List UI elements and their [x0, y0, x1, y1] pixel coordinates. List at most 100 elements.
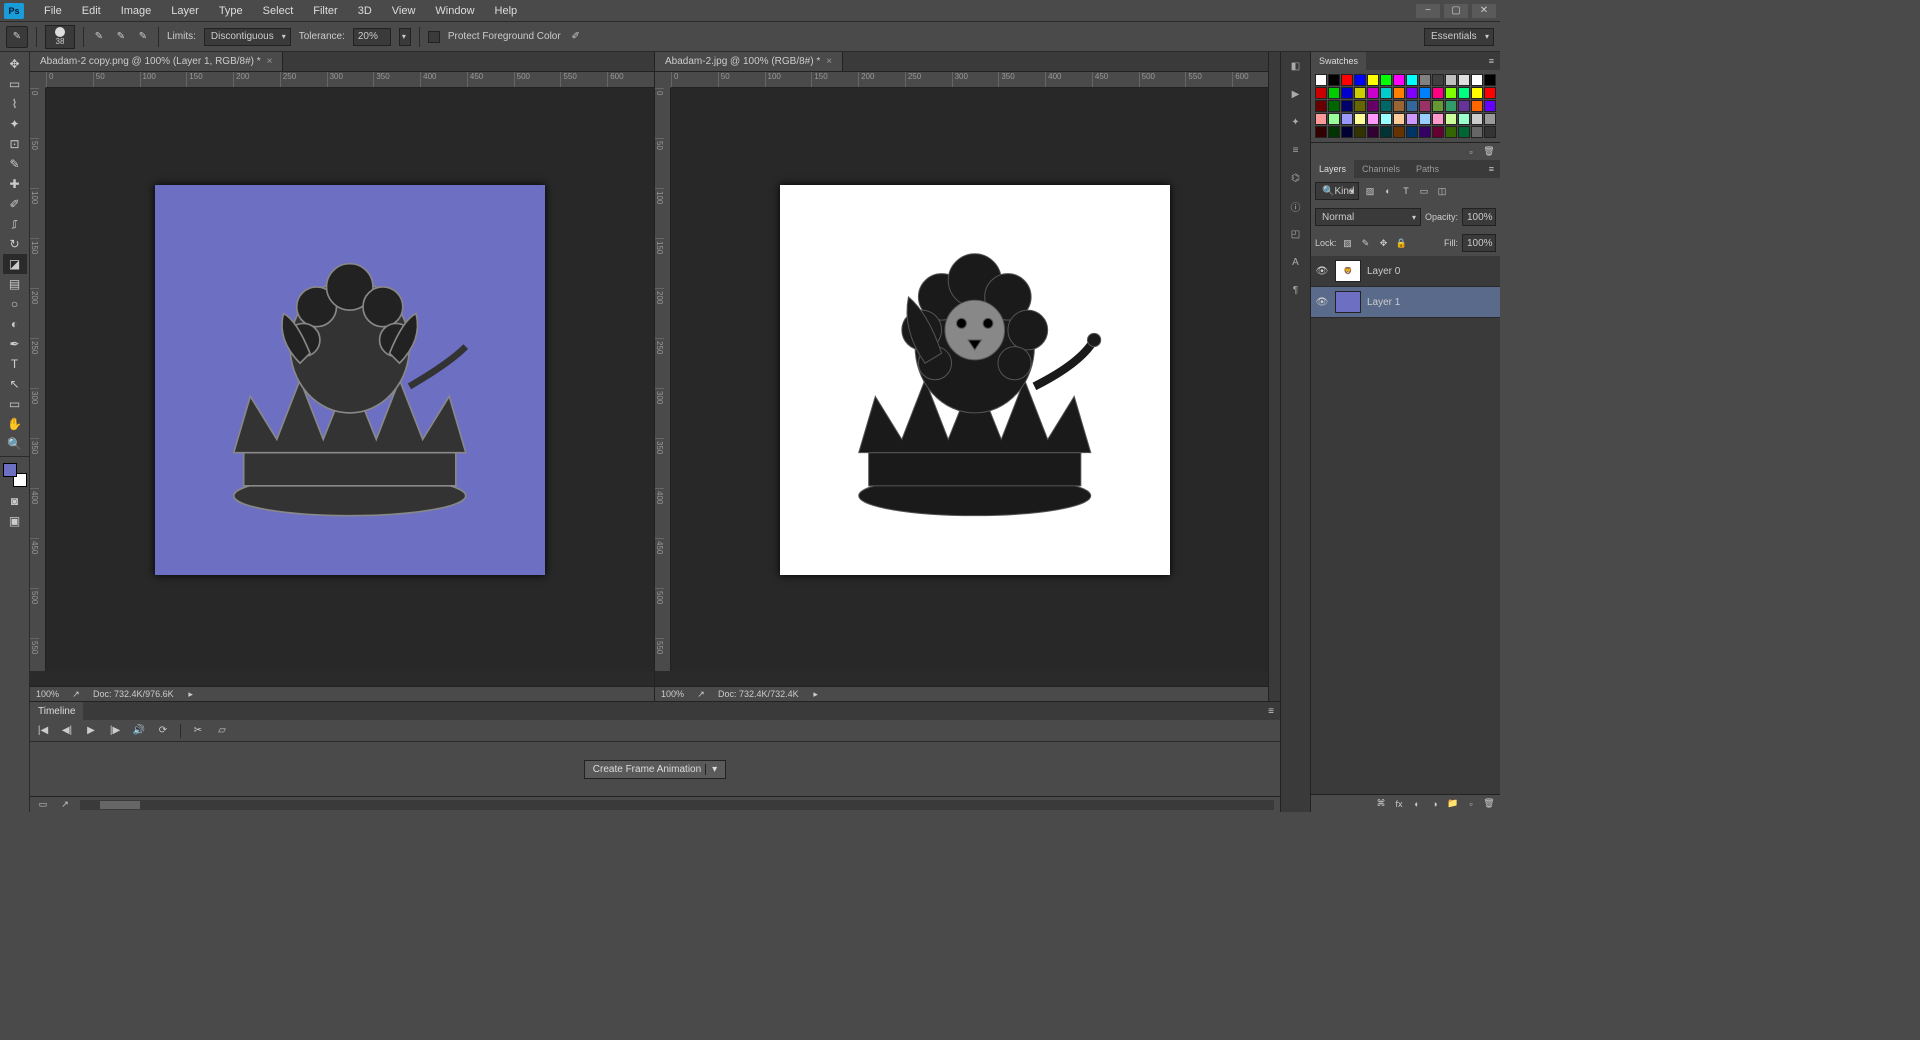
menu-view[interactable]: View	[382, 5, 426, 17]
pressure-icon[interactable]: ✐	[569, 30, 583, 44]
doc-arrow-icon-1[interactable]: ↗	[69, 687, 83, 701]
swatch[interactable]	[1406, 87, 1418, 99]
status-icon-1[interactable]: ▭	[36, 798, 50, 812]
hand-tool[interactable]: ✋	[3, 414, 27, 434]
paths-tab[interactable]: Paths	[1408, 160, 1447, 178]
stamp-tool[interactable]: ⎎	[3, 214, 27, 234]
swatch[interactable]	[1432, 74, 1444, 86]
filter-type-icon[interactable]: T	[1399, 184, 1413, 198]
type-tool[interactable]: T	[3, 354, 27, 374]
history-panel-icon[interactable]: ◧	[1286, 56, 1306, 76]
timeline-audio-icon[interactable]: 🔊	[132, 724, 146, 738]
timeline-cut-icon[interactable]: ✂	[191, 724, 205, 738]
close-tab-2[interactable]: ×	[826, 56, 832, 67]
menu-3d[interactable]: 3D	[348, 5, 382, 17]
swatch[interactable]	[1406, 113, 1418, 125]
workspace-selector[interactable]: Essentials	[1424, 28, 1494, 46]
layer-kind-dropdown[interactable]: 🔍Kind	[1315, 182, 1359, 200]
swatch[interactable]	[1471, 113, 1483, 125]
swatch[interactable]	[1484, 126, 1496, 138]
swatches-tab[interactable]: Swatches	[1311, 52, 1366, 70]
swatch[interactable]	[1484, 87, 1496, 99]
new-group-icon[interactable]: 📁	[1446, 797, 1460, 811]
swatch[interactable]	[1406, 126, 1418, 138]
brush-preset-picker[interactable]: 38	[45, 25, 75, 49]
menu-edit[interactable]: Edit	[72, 5, 111, 17]
swatch[interactable]	[1432, 100, 1444, 112]
eyedropper-tool[interactable]: ✎	[3, 154, 27, 174]
swatch[interactable]	[1471, 100, 1483, 112]
dodge-tool[interactable]: ◐	[3, 314, 27, 334]
channels-tab[interactable]: Channels	[1354, 160, 1408, 178]
swatch[interactable]	[1367, 113, 1379, 125]
filter-shape-icon[interactable]: ▭	[1417, 184, 1431, 198]
brush-panel-icon-2[interactable]: ✎	[114, 30, 128, 44]
swatch[interactable]	[1341, 126, 1353, 138]
swatch[interactable]	[1341, 113, 1353, 125]
restore-button[interactable]: ▢	[1444, 4, 1468, 18]
swatch[interactable]	[1367, 74, 1379, 86]
swatch[interactable]	[1445, 126, 1457, 138]
scrollbar-thumb[interactable]	[100, 801, 140, 809]
swatch[interactable]	[1432, 113, 1444, 125]
swatch[interactable]	[1328, 126, 1340, 138]
swatch[interactable]	[1445, 87, 1457, 99]
doc-info-arrow-2[interactable]: ▸	[809, 687, 823, 701]
paragraph-panel-icon[interactable]: ¶	[1286, 280, 1306, 300]
swatch[interactable]	[1445, 100, 1457, 112]
swatch[interactable]	[1406, 74, 1418, 86]
swatch[interactable]	[1458, 126, 1470, 138]
swatch[interactable]	[1419, 74, 1431, 86]
menu-filter[interactable]: Filter	[303, 5, 347, 17]
layers-menu-icon[interactable]: ≡	[1483, 160, 1500, 178]
swatch[interactable]	[1367, 87, 1379, 99]
swatch[interactable]	[1380, 100, 1392, 112]
timeline-next-frame[interactable]: |▶	[108, 724, 122, 738]
history-brush-tool[interactable]: ↻	[3, 234, 27, 254]
foreground-color[interactable]	[3, 463, 17, 477]
marquee-tool[interactable]: ▭	[3, 74, 27, 94]
menu-file[interactable]: File	[34, 5, 72, 17]
layer-thumbnail[interactable]	[1335, 291, 1361, 313]
brushes-panel-icon[interactable]: ≡	[1286, 140, 1306, 160]
layer-fx-icon[interactable]: fx	[1392, 797, 1406, 811]
swatches-menu-icon[interactable]: ≡	[1483, 52, 1500, 70]
swatch[interactable]	[1393, 100, 1405, 112]
lock-pixels-icon[interactable]: ✎	[1359, 236, 1373, 250]
swatch[interactable]	[1354, 87, 1366, 99]
swatch[interactable]	[1471, 126, 1483, 138]
menu-help[interactable]: Help	[485, 5, 528, 17]
ruler-vertical-1[interactable]: 050100150200250300350400450500550	[30, 88, 46, 671]
tolerance-input[interactable]: 20%	[353, 28, 391, 46]
timeline-loop-icon[interactable]: ⟳	[156, 724, 170, 738]
clone-panel-icon[interactable]: ⌬	[1286, 168, 1306, 188]
tolerance-dropdown-arrow[interactable]	[399, 28, 411, 46]
zoom-tool[interactable]: 🔍	[3, 434, 27, 454]
doc-tab-2[interactable]: Abadam-2.jpg @ 100% (RGB/8#) * ×	[655, 52, 843, 71]
gradient-tool[interactable]: ▤	[3, 274, 27, 294]
timeline-first-frame[interactable]: |◀	[36, 724, 50, 738]
delete-layer-icon[interactable]: 🗑	[1482, 797, 1496, 811]
close-window-button[interactable]: ✕	[1472, 4, 1496, 18]
pen-tool[interactable]: ✒	[3, 334, 27, 354]
layer-name[interactable]: Layer 1	[1367, 297, 1400, 308]
swatch[interactable]	[1406, 100, 1418, 112]
doc-zoom-2[interactable]: 100%	[661, 689, 684, 699]
move-tool[interactable]: ✥	[3, 54, 27, 74]
opacity-input[interactable]: 100%	[1462, 208, 1496, 226]
properties-panel-icon[interactable]: ✦	[1286, 112, 1306, 132]
swatch[interactable]	[1341, 87, 1353, 99]
doc-zoom-1[interactable]: 100%	[36, 689, 59, 699]
chevron-down-icon[interactable]: ▾	[705, 764, 717, 775]
menu-select[interactable]: Select	[253, 5, 304, 17]
navigator-panel-icon[interactable]: ◰	[1286, 224, 1306, 244]
swatch[interactable]	[1380, 87, 1392, 99]
swatch[interactable]	[1367, 100, 1379, 112]
lock-trans-icon[interactable]: ▨	[1341, 236, 1355, 250]
layer-thumbnail[interactable]: 🦁	[1335, 260, 1361, 282]
swatch[interactable]	[1393, 74, 1405, 86]
timeline-menu-icon[interactable]: ≡	[1262, 702, 1280, 720]
layer-visibility-icon[interactable]: 👁	[1315, 266, 1329, 277]
swatch[interactable]	[1471, 87, 1483, 99]
timeline-prev-frame[interactable]: ◀|	[60, 724, 74, 738]
